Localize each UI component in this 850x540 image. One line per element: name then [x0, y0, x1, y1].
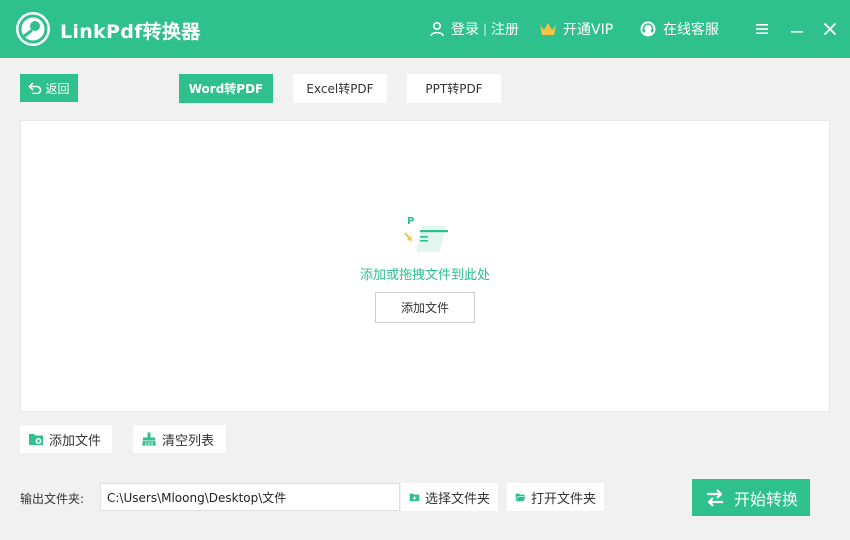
menu-icon [756, 24, 768, 34]
service-label: 在线客服 [663, 22, 719, 38]
add-files-label: 添加文件 [49, 433, 102, 449]
convert-icon [706, 488, 723, 507]
login-link[interactable]: 登录 [451, 19, 479, 39]
minimize-button[interactable] [787, 19, 807, 39]
folder-add-icon [409, 493, 420, 502]
broom-icon [142, 432, 156, 446]
app-title: LinkPdf转换器 [60, 21, 201, 43]
file-drop-zone[interactable]: P 添加或拖拽文件到此处 添加文件 [20, 120, 830, 412]
login-register[interactable]: 登录 | 注册 [429, 19, 519, 39]
back-button[interactable]: 返回 [20, 74, 78, 102]
menu-button[interactable] [752, 19, 772, 39]
drop-hint: 添加或拖拽文件到此处 [359, 268, 490, 283]
file-drop-icon: P [404, 216, 448, 252]
tab-word-to-pdf[interactable]: Word转PDF [179, 74, 273, 103]
open-folder-label: 打开文件夹 [530, 491, 596, 507]
choose-folder-button[interactable]: 选择文件夹 [401, 483, 498, 511]
online-service-button[interactable]: 在线客服 [639, 19, 719, 39]
start-convert-button[interactable]: 开始转换 [692, 479, 810, 516]
clear-list-button[interactable]: 清空列表 [133, 425, 226, 453]
vip-button[interactable]: 开通VIP [539, 19, 613, 39]
output-folder-label: 输出文件夹: [20, 492, 85, 506]
add-file-button[interactable]: 添加文件 [375, 292, 475, 323]
output-path-field[interactable] [100, 483, 400, 511]
open-folder-button[interactable]: 打开文件夹 [507, 483, 604, 511]
folder-open-icon [515, 493, 526, 502]
choose-folder-label: 选择文件夹 [424, 491, 490, 507]
separator: | [483, 22, 488, 36]
start-convert-label: 开始转换 [733, 489, 798, 509]
minimize-icon [791, 31, 803, 33]
headset-icon [640, 21, 656, 37]
app-logo-icon [16, 12, 50, 46]
user-icon [430, 21, 444, 37]
vip-label: 开通VIP [563, 22, 614, 38]
clear-list-label: 清空列表 [162, 433, 215, 449]
svg-text:P: P [407, 216, 414, 227]
register-link[interactable]: 注册 [491, 19, 519, 39]
add-files-button[interactable]: 添加文件 [20, 425, 112, 453]
folder-add-icon [29, 434, 43, 445]
back-arrow-icon [28, 82, 42, 94]
close-button[interactable] [820, 19, 840, 39]
tab-excel-to-pdf[interactable]: Excel转PDF [293, 74, 387, 103]
tab-ppt-to-pdf[interactable]: PPT转PDF [407, 74, 501, 103]
back-label: 返回 [45, 81, 70, 96]
close-icon [823, 22, 837, 36]
crown-icon [540, 23, 556, 35]
title-bar: LinkPdf转换器 登录 | 注册 开通VIP 在线客服 [0, 0, 850, 58]
